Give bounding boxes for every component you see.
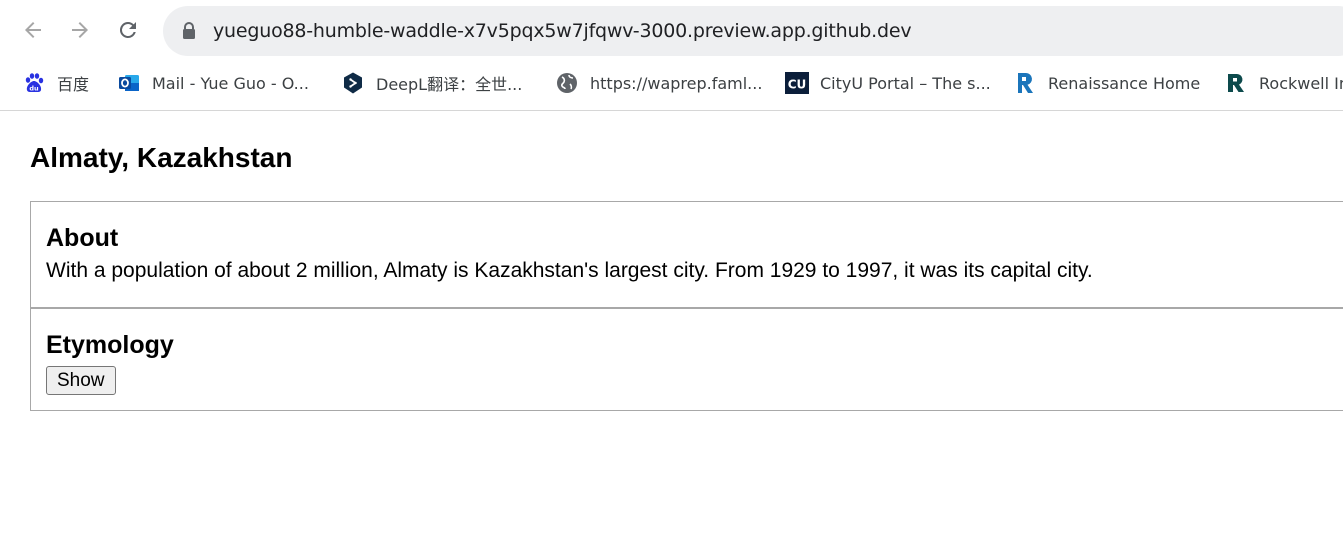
address-bar[interactable]: yueguo88-humble-waddle-x7v5pqx5w7jfqwv-3…: [163, 6, 1343, 56]
bookmark-cityu[interactable]: CU CityU Portal – The s...: [785, 70, 991, 96]
show-button[interactable]: Show: [46, 366, 116, 395]
bookmark-deepl[interactable]: DeepL翻译：全世...: [341, 70, 522, 96]
reload-button[interactable]: [112, 14, 144, 46]
forward-arrow-icon: [72, 22, 88, 38]
bookmarks-bar: du 百度 Mail - Yue Guo - O... DeepL翻译：全世..…: [0, 60, 1343, 111]
lock-icon: [183, 22, 195, 39]
bookmark-renaissance[interactable]: Renaissance Home: [1013, 70, 1200, 96]
renaissance-icon: [1013, 71, 1037, 95]
bookmark-rockwell[interactable]: Rockwell In: [1224, 70, 1343, 96]
etymology-section: Etymology Show: [31, 307, 1343, 410]
bookmark-baidu[interactable]: du 百度: [22, 70, 89, 96]
deepl-icon: [341, 71, 365, 95]
bookmark-mail[interactable]: Mail - Yue Guo - O...: [117, 70, 309, 96]
bookmark-label: DeepL翻译：全世...: [376, 75, 523, 94]
bookmark-label: https://waprep.faml...: [590, 73, 763, 93]
about-heading: About: [46, 224, 119, 252]
svg-text:CU: CU: [788, 78, 807, 92]
bookmark-label: Renaissance Home: [1048, 73, 1201, 93]
sections-container: About With a population of about 2 milli…: [30, 201, 1343, 411]
browser-toolbar: yueguo88-humble-waddle-x7v5pqx5w7jfqwv-3…: [0, 0, 1343, 60]
page-title: Almaty, Kazakhstan: [30, 142, 293, 173]
about-section: About With a population of about 2 milli…: [31, 202, 1343, 307]
svg-text:du: du: [29, 85, 39, 93]
cityu-icon: CU: [785, 71, 809, 95]
bookmark-label: CityU Portal – The s...: [820, 73, 991, 93]
reload-icon: [119, 21, 136, 38]
bookmark-waprep[interactable]: https://waprep.faml...: [555, 70, 762, 96]
outlook-icon: [117, 71, 141, 95]
about-text: With a population of about 2 million, Al…: [46, 259, 1093, 282]
globe-icon: [555, 71, 579, 95]
back-arrow-icon: [25, 22, 41, 38]
url-text: yueguo88-humble-waddle-x7v5pqx5w7jfqwv-3…: [213, 20, 912, 42]
bookmark-label: 百度: [57, 75, 90, 94]
baidu-icon: du: [22, 71, 46, 95]
bookmark-label: Rockwell In: [1259, 73, 1343, 93]
etymology-heading: Etymology: [46, 331, 174, 359]
forward-button[interactable]: [64, 14, 96, 46]
back-button[interactable]: [17, 14, 49, 46]
bookmark-label: Mail - Yue Guo - O...: [152, 73, 309, 93]
rockwell-icon: [1224, 71, 1248, 95]
